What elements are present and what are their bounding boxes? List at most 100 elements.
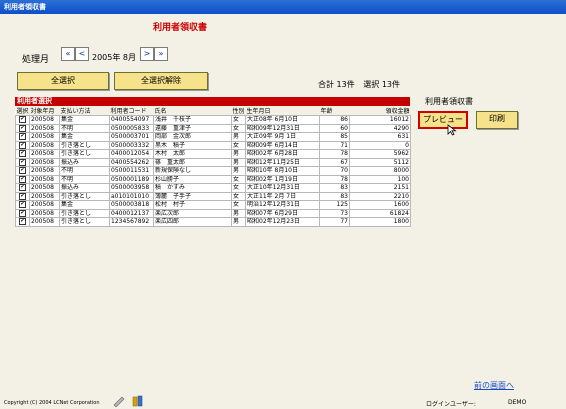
table-cell: 4290	[349, 123, 411, 133]
column-header: 選択	[15, 106, 30, 116]
copyright-text: Copyright (C) 2004 LCNet Corporation	[4, 400, 100, 406]
table-cell: 78	[319, 149, 350, 159]
table-cell: 2210	[349, 191, 411, 201]
row-select-checkbox[interactable]: ✔	[15, 140, 30, 150]
table-cell: 200508	[29, 140, 60, 150]
row-select-checkbox[interactable]: ✔	[15, 132, 30, 142]
table-cell: 200508	[29, 132, 60, 142]
period-value: 2005年 8月	[92, 53, 136, 62]
table-cell: 77	[319, 217, 350, 227]
column-header: 対象年月	[29, 106, 60, 116]
table-cell: 67	[319, 157, 350, 167]
table-row[interactable]: ✔ 200508 振込み 0500003958 積 かすみ女大正10年12月31日 83 2…	[15, 183, 411, 193]
table-cell: 集金	[59, 132, 110, 142]
row-select-checkbox[interactable]: ✔	[15, 115, 30, 125]
table-row[interactable]: ✔ 200508 引き落とし 0500003332 黒木 積子女昭和09年 6月14日 7…	[15, 140, 411, 150]
table-cell: 女	[231, 123, 246, 133]
table-cell: a010101010	[109, 191, 154, 201]
preview-button[interactable]: プレビュー	[418, 111, 468, 129]
checkbox-mark: ✔	[19, 184, 26, 192]
table-cell: 大正11年 2月 7日	[245, 191, 320, 201]
table-cell: 昭和09年12月31日	[245, 123, 320, 133]
table-cell: 78	[319, 174, 350, 184]
table-cell: 0400012137	[109, 208, 154, 218]
table-row[interactable]: ✔ 200508 集金 0400554097 浅井 千枝子女大正08年 6月10日 86 1…	[15, 115, 411, 125]
checkbox-mark: ✔	[19, 116, 26, 124]
row-select-checkbox[interactable]: ✔	[15, 174, 30, 184]
table-cell: 8000	[349, 166, 411, 176]
table-cell: 男	[231, 157, 246, 167]
table-row[interactable]: ✔ 200508 引き落とし 0400012054 木村 太郎男昭和02年 6月28日 7…	[15, 149, 411, 159]
table-cell: 2151	[349, 183, 411, 193]
table-row[interactable]: ✔ 200508 集金 0500003701 岡部 金次郎男大正09年 9月 1日 85 6…	[15, 132, 411, 142]
table-cell: 松村 村子	[153, 200, 232, 210]
table-cell: 女	[231, 174, 246, 184]
table-cell: 1234567892	[109, 217, 154, 227]
table-cell: 60	[319, 123, 350, 133]
form-client: 利用者領収書 処理月 « < 2005年 8月 > » 全選択 全選択解除 合計…	[0, 14, 566, 409]
table-cell: 1800	[349, 217, 411, 227]
row-select-checkbox[interactable]: ✔	[15, 191, 30, 201]
row-select-checkbox[interactable]: ✔	[15, 217, 30, 227]
table-row[interactable]: ✔ 200508 不明 0500011531 新規保険なし男昭和10年 8月10日 70 8…	[15, 166, 411, 176]
row-select-checkbox[interactable]: ✔	[15, 200, 30, 210]
select-all-button[interactable]: 全選択	[17, 72, 109, 90]
table-cell: 女	[231, 140, 246, 150]
row-select-checkbox[interactable]: ✔	[15, 183, 30, 193]
table-cell: 集金	[59, 200, 110, 210]
table-cell: 新規保険なし	[153, 166, 232, 176]
table-row[interactable]: ✔ 200508 引き落とし a010101010 簿麓 子手子女大正11年 2月 7日…	[15, 191, 411, 201]
table-cell: 631	[349, 132, 411, 142]
last-month-button[interactable]: »	[154, 47, 168, 61]
user-selection-header: 利用者選択	[15, 97, 410, 106]
table-cell: 200508	[29, 208, 60, 218]
table-row[interactable]: ✔ 200508 不明 0500001189 杉山勝子女昭和02年 1月19日 78 100	[15, 174, 411, 184]
table-row[interactable]: ✔ 200508 集金 0500003818 松村 村子女明治12年12月31日 125 1…	[15, 200, 411, 210]
selection-summary: 合計 13件 選択 13件	[318, 79, 406, 90]
form-title: 利用者領収書	[152, 23, 207, 33]
table-cell: 85	[319, 132, 350, 142]
row-select-checkbox[interactable]: ✔	[15, 157, 30, 167]
checkbox-mark: ✔	[19, 141, 26, 149]
table-cell: 男	[231, 166, 246, 176]
table-row[interactable]: ✔ 200508 不明 0500005833 遠藤 重津子女昭和09年12月31日 60 4…	[15, 123, 411, 133]
table-cell: 明治12年12月31日	[245, 200, 320, 210]
column-header: 支払い方法	[59, 106, 110, 116]
table-cell: 昭和07年 6月29日	[245, 208, 320, 218]
table-cell: 100	[349, 174, 411, 184]
checkbox-mark: ✔	[19, 175, 26, 183]
row-select-checkbox[interactable]: ✔	[15, 123, 30, 133]
row-select-checkbox[interactable]: ✔	[15, 166, 30, 176]
deselect-all-button[interactable]: 全選択解除	[114, 72, 208, 90]
checkbox-mark: ✔	[19, 192, 26, 200]
checkbox-mark: ✔	[19, 218, 26, 226]
table-cell: 引き落とし	[59, 191, 110, 201]
column-header: 氏名	[153, 106, 232, 116]
table-cell: 集金	[59, 115, 110, 125]
checkbox-mark: ✔	[19, 158, 26, 166]
table-cell: 大正10年12月31日	[245, 183, 320, 193]
prev-month-button[interactable]: <	[75, 47, 89, 61]
checkbox-mark: ✔	[19, 133, 26, 141]
table-cell: 杉山勝子	[153, 174, 232, 184]
mouse-cursor-icon	[447, 124, 457, 136]
table-row[interactable]: ✔ 200508 引き落とし 1234567892 楽広四郎男昭和02年12月23日 77…	[15, 217, 411, 227]
table-row[interactable]: ✔ 200508 引き落とし 0400012137 楽広次郎男昭和07年 6月29日 73…	[15, 208, 411, 218]
first-month-button[interactable]: «	[61, 47, 75, 61]
table-cell: 男	[231, 217, 246, 227]
checkbox-mark: ✔	[19, 124, 26, 132]
column-header: 性別	[231, 106, 246, 116]
row-select-checkbox[interactable]: ✔	[15, 208, 30, 218]
total-count: 合計 13件	[318, 80, 355, 89]
table-cell: 200508	[29, 183, 60, 193]
next-month-button[interactable]: >	[140, 47, 154, 61]
table-cell: 200508	[29, 174, 60, 184]
pen-icon	[113, 396, 125, 407]
table-row[interactable]: ✔ 200508 振込み 0400554262 篠 重太郎男昭和12年11月25日 67 5…	[15, 157, 411, 167]
table-cell: 積 かすみ	[153, 183, 232, 193]
row-select-checkbox[interactable]: ✔	[15, 149, 30, 159]
table-cell: 0400554262	[109, 157, 154, 167]
print-button[interactable]: 印刷	[476, 111, 518, 129]
back-link[interactable]: 前の画面へ	[474, 380, 514, 391]
table-cell: 昭和02年 6月28日	[245, 149, 320, 159]
